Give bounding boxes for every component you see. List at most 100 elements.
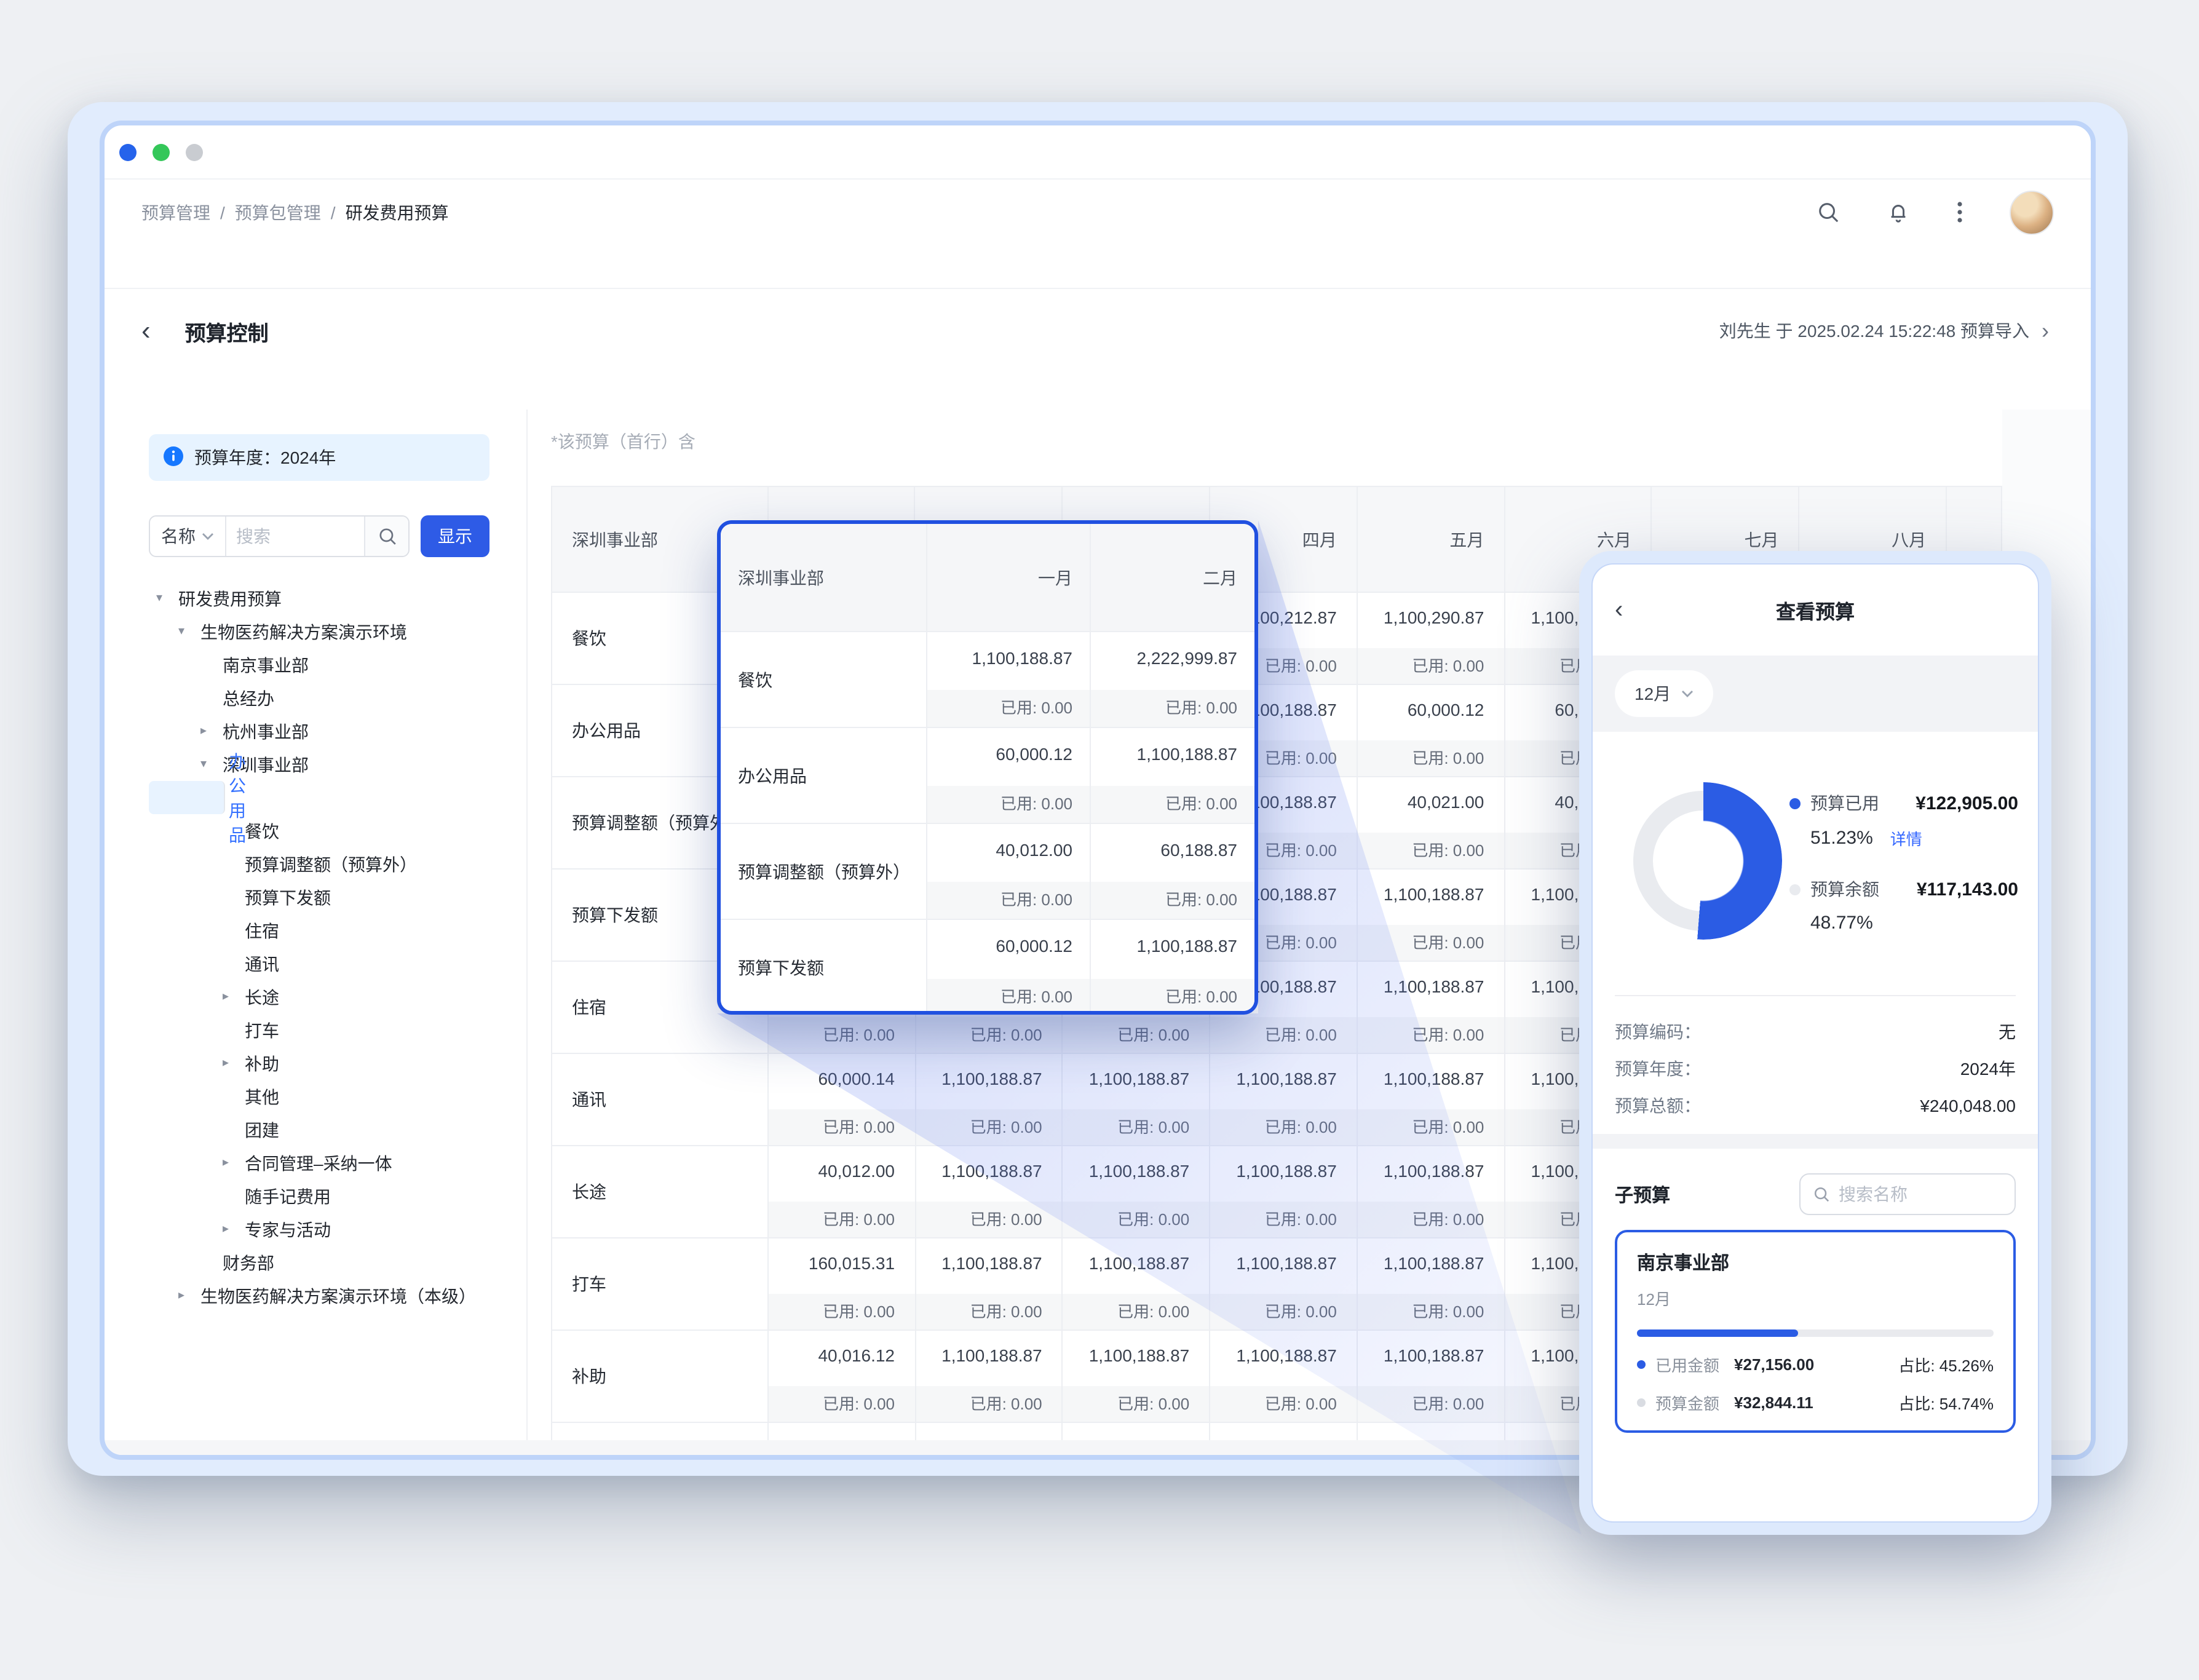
tree-item-打车[interactable]: 打车 <box>149 1013 489 1047</box>
tree-item-南京事业部[interactable]: 南京事业部 <box>149 648 489 681</box>
tree-down-arrow-icon[interactable]: ▾ <box>200 758 223 771</box>
panel-back-icon[interactable]: ‹ <box>1615 596 1623 624</box>
search-icon <box>1813 1186 1830 1203</box>
tree-down-arrow-icon[interactable]: ▾ <box>178 625 200 638</box>
tree-item-财务部[interactable]: 财务部 <box>149 1246 489 1279</box>
show-button[interactable]: 显示 <box>421 515 489 557</box>
panel-title: 查看预算 <box>1776 595 1855 625</box>
tree-item-label: 打车 <box>245 1018 279 1042</box>
screen: 预算管理/预算包管理/研发费用预算 <box>0 0 2199 1680</box>
breadcrumb-item[interactable]: 预算管理 <box>141 200 210 224</box>
card-dot-used <box>1637 1360 1646 1368</box>
cell-used: 已用: 0.00 <box>1063 1109 1210 1145</box>
cell-used: 已用: 0.00 <box>1210 1294 1357 1329</box>
tree-right-arrow-icon[interactable]: ▸ <box>223 1222 245 1236</box>
cell-amount: 1,100,188.87 <box>916 1238 1062 1294</box>
search-input[interactable]: 搜索 <box>226 517 364 556</box>
row-label: 办公用品 <box>721 728 927 823</box>
tree-item-通讯[interactable]: 通讯 <box>149 947 489 980</box>
cell-amount: 1,100,188.87 <box>916 1331 1062 1386</box>
window-dot-minimize[interactable] <box>153 143 170 160</box>
tree-down-arrow-icon[interactable]: ▾ <box>156 592 178 605</box>
kebab-icon[interactable] <box>1957 200 1963 224</box>
field-select[interactable]: 名称 <box>150 517 226 556</box>
tree-item-label: 南京事业部 <box>223 652 309 677</box>
tree-item-生物医药解决方案演示环境（本级）[interactable]: ▸生物医药解决方案演示环境（本级） <box>149 1279 489 1312</box>
tree-item-其他[interactable]: 其他 <box>149 1080 489 1113</box>
tree-item-合同管理–采纳一体[interactable]: ▸合同管理–采纳一体 <box>149 1146 489 1179</box>
cell-amount: 1,100,188.87 <box>1091 728 1254 786</box>
tree-item-预算调整额（预算外）[interactable]: 预算调整额（预算外） <box>149 847 489 881</box>
legend-dot-remain <box>1789 884 1801 895</box>
cell-amount: 60,000.12 <box>1358 685 1504 740</box>
search-icon[interactable] <box>364 517 408 556</box>
month-cell: 40,021.00已用: 0.00 <box>1358 777 1505 868</box>
cell-used: 已用: 0.00 <box>916 1017 1062 1053</box>
tree-item-专家与活动[interactable]: ▸专家与活动 <box>149 1213 489 1246</box>
back-chevron-icon[interactable]: ‹ <box>141 306 151 355</box>
tree-item-住宿[interactable]: 住宿 <box>149 914 489 947</box>
cell-used: 已用: 0.00 <box>1063 1294 1210 1329</box>
sub-budget-name: 南京事业部 <box>1637 1250 1994 1275</box>
month-cell: 1,100,188.87已用: 0.00 <box>916 1054 1063 1145</box>
tree-item-生物医药解决方案演示环境[interactable]: ▾生物医药解决方案演示环境 <box>149 615 489 648</box>
used-pct: 51.23% <box>1810 828 1873 849</box>
cell-used: 已用: 0.00 <box>1358 833 1504 868</box>
tree-item-深圳事业部[interactable]: ▾深圳事业部 <box>149 748 489 781</box>
popup-table-header: 深圳事业部一月二月 <box>721 524 1254 632</box>
table-row-办公用品: 办公用品60,000.12已用: 0.001,100,188.87已用: 0.0… <box>721 728 1254 824</box>
tree-item-杭州事业部[interactable]: ▸杭州事业部 <box>149 715 489 748</box>
tree-item-label: 团建 <box>245 1117 279 1142</box>
detail-link[interactable]: 详情 <box>1890 826 1922 850</box>
tree-right-arrow-icon[interactable]: ▸ <box>223 990 245 1004</box>
zoom-popup-table: 深圳事业部一月二月 餐饮1,100,188.87已用: 0.002,222,99… <box>717 520 1258 1015</box>
window-dot-close[interactable] <box>119 143 137 160</box>
breadcrumb-bar: 预算管理/预算包管理/研发费用预算 <box>105 180 2091 289</box>
tree-item-办公用品[interactable]: 办公用品 <box>149 781 225 814</box>
breadcrumb-item: 研发费用预算 <box>346 200 449 224</box>
tree-right-arrow-icon[interactable]: ▸ <box>223 1056 245 1070</box>
tree-item-预算下发额[interactable]: 预算下发额 <box>149 881 489 914</box>
month-cell: 1,100,188.87已用: 0.00 <box>1358 1331 1505 1422</box>
tree-item-长途[interactable]: ▸长途 <box>149 980 489 1013</box>
info-label: 预算年度： <box>1615 1056 1701 1081</box>
topbar-icons <box>1817 190 2054 234</box>
cell-amount: 1,100,188.87 <box>1091 920 1254 979</box>
tree-item-随手记费用[interactable]: 随手记费用 <box>149 1179 489 1213</box>
month-chip[interactable]: 12月 <box>1615 670 1713 717</box>
month-cell: 40,016.12已用: 0.00 <box>768 1331 916 1422</box>
budget-info-list: 预算编码：无预算年度：2024年预算总额：¥240,048.00 <box>1593 996 2038 1134</box>
table-row-餐饮: 餐饮1,100,188.87已用: 0.002,222,999.87已用: 0.… <box>721 632 1254 728</box>
tree-right-arrow-icon[interactable]: ▸ <box>178 1289 200 1302</box>
month-cell: 2,222,999.87已用: 0.00 <box>1091 632 1254 727</box>
cell-used: 已用: 0.00 <box>1210 1202 1357 1237</box>
cell-used: 已用: 0.00 <box>1358 1386 1504 1422</box>
search-icon[interactable] <box>1817 200 1840 224</box>
tree-item-label: 预算下发额 <box>245 885 331 909</box>
sub-budget-card[interactable]: 南京事业部 12月 已用金额 ¥27,156.00 占比: 45.26% 预算金… <box>1615 1230 2016 1433</box>
tree-item-总经办[interactable]: 总经办 <box>149 681 489 715</box>
month-cell: 40,012.00已用: 0.00 <box>768 1146 916 1237</box>
tree-item-补助[interactable]: ▸补助 <box>149 1047 489 1080</box>
sub-search-placeholder: 搜索名称 <box>1839 1182 1908 1207</box>
tree-item-研发费用预算[interactable]: ▾研发费用预算 <box>149 582 489 615</box>
tree-item-团建[interactable]: 团建 <box>149 1113 489 1146</box>
window-dot-maximize[interactable] <box>186 143 203 160</box>
month-cell: 1,100,290.87已用: 0.00 <box>1358 593 1505 684</box>
bell-icon[interactable] <box>1887 200 1910 224</box>
tree-item-label: 办公用品 <box>229 748 246 847</box>
cell-amount: 40,016.12 <box>768 1331 914 1386</box>
cell-amount: 2,222,999.87 <box>1091 632 1254 690</box>
month-cell: 60,000.14已用: 0.00 <box>768 1054 916 1145</box>
tree-right-arrow-icon[interactable]: ▸ <box>200 724 223 738</box>
cell-amount: 1,100,188.87 <box>1358 870 1504 925</box>
avatar[interactable] <box>2010 190 2054 234</box>
breadcrumb-item[interactable]: 预算包管理 <box>235 200 321 224</box>
cell-used: 已用: 0.00 <box>768 1017 914 1053</box>
tree-item-餐饮[interactable]: 餐饮 <box>149 814 489 847</box>
tree-item-label: 合同管理–采纳一体 <box>245 1151 392 1175</box>
cell-used: 已用: 0.00 <box>1210 1386 1357 1422</box>
chevron-right-icon[interactable]: › <box>2042 318 2049 344</box>
sub-budget-search[interactable]: 搜索名称 <box>1799 1173 2016 1215</box>
tree-right-arrow-icon[interactable]: ▸ <box>223 1156 245 1170</box>
